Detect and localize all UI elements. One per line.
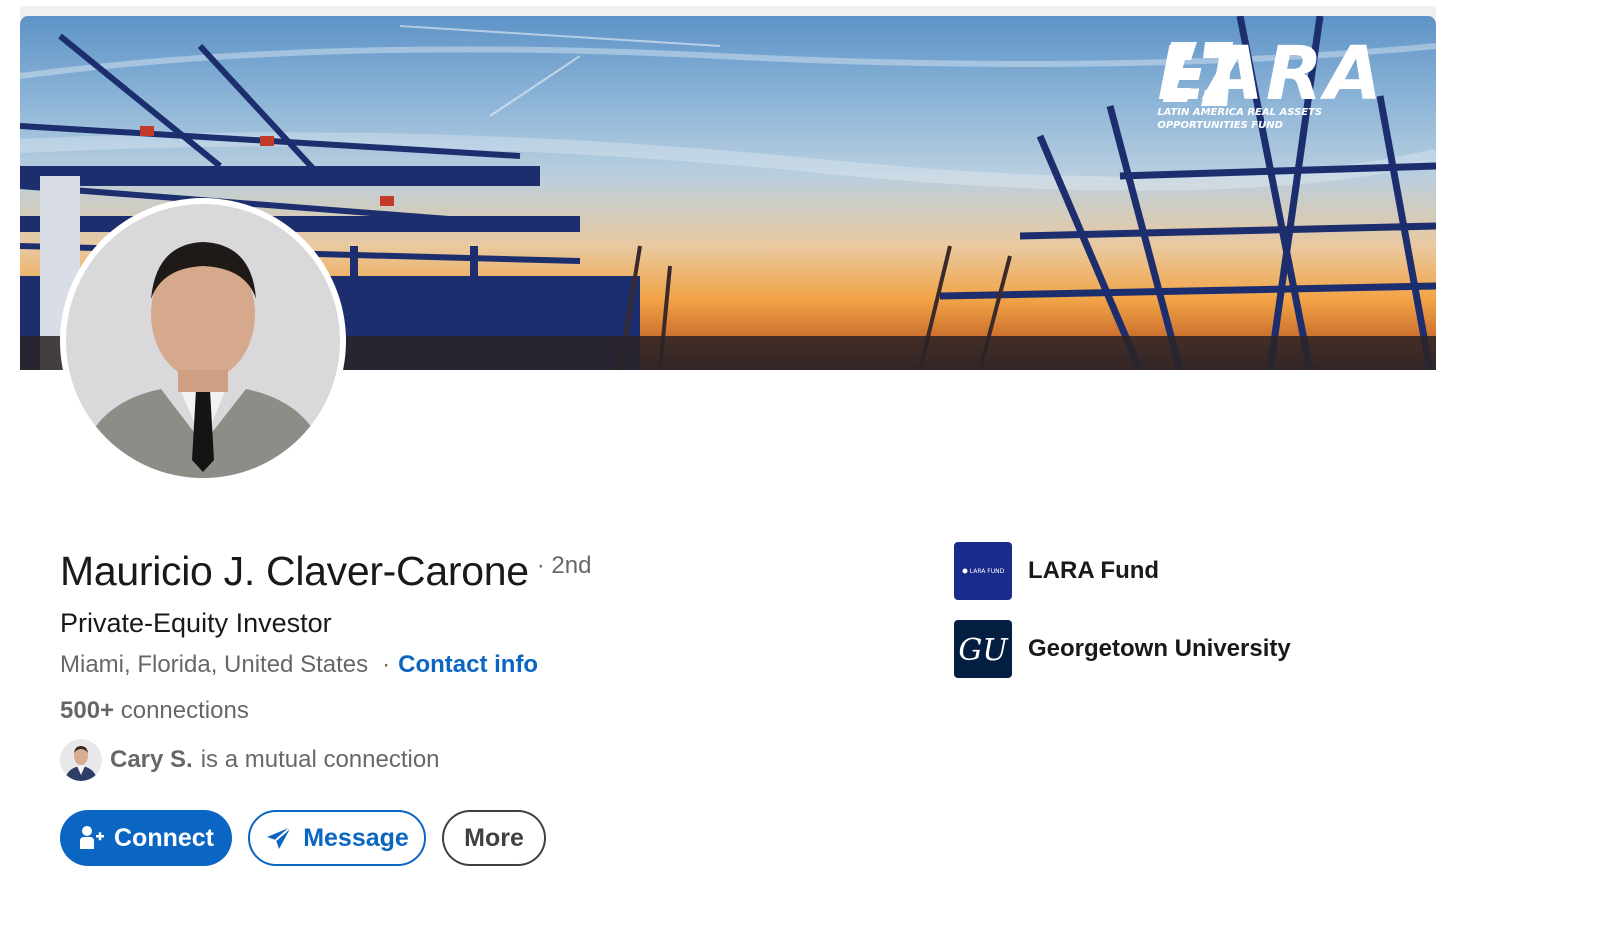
georgetown-logo: GU xyxy=(954,620,1012,678)
message-label: Message xyxy=(303,823,409,852)
add-person-icon xyxy=(80,826,104,849)
connections-number: 500+ xyxy=(60,697,115,724)
profile-actions: Connect Message More xyxy=(60,810,546,866)
profile-name: Mauricio J. Claver-Carone xyxy=(60,548,529,594)
connect-button[interactable]: Connect xyxy=(60,810,232,866)
current-company-item[interactable]: LARA FUND LARA Fund xyxy=(954,542,1291,600)
mutual-name: Cary S. xyxy=(110,746,193,773)
lara-fund-logo-text: LARA FUND xyxy=(970,568,1005,575)
lara-fund-logo: LARA FUND xyxy=(954,542,1012,600)
lara-mark-icon xyxy=(1163,42,1234,106)
connect-label: Connect xyxy=(114,823,214,852)
mutual-photo xyxy=(60,739,102,781)
georgetown-logo-icon: GU xyxy=(954,620,1012,678)
more-button[interactable]: More xyxy=(442,810,546,866)
company-name: LARA Fund xyxy=(1028,557,1160,584)
mutual-avatar xyxy=(60,739,102,781)
message-button[interactable]: Message xyxy=(248,810,426,866)
more-label: More xyxy=(464,823,524,852)
connections-label: connections xyxy=(120,697,249,724)
lara-fund-logo-icon: LARA FUND xyxy=(954,542,1012,600)
profile-headline: Private-Equity Investor xyxy=(60,608,332,638)
send-icon xyxy=(267,826,292,849)
profile-avatar[interactable] xyxy=(60,198,346,484)
contact-info-link[interactable]: Contact info xyxy=(398,651,538,679)
profile-name-row: Mauricio J. Claver-Carone · 2nd xyxy=(60,548,591,595)
profile-photo xyxy=(66,204,340,478)
connection-degree: · 2nd xyxy=(536,552,592,579)
banner-logo: LARA LATIN AMERICA REAL ASSETS OPPORTUNI… xyxy=(1157,32,1384,132)
education-item[interactable]: GU Georgetown University xyxy=(954,620,1291,678)
location-separator: · xyxy=(382,651,391,678)
experience-education-list: LARA FUND LARA Fund GU Georgetown Univer… xyxy=(954,542,1291,698)
connections-count[interactable]: 500+ connections xyxy=(60,697,249,725)
mutual-text: is a mutual connection xyxy=(200,746,440,773)
profile-location: Miami, Florida, United States xyxy=(60,651,369,678)
school-name: Georgetown University xyxy=(1028,635,1291,662)
georgetown-logo-text: GU xyxy=(958,633,1009,668)
mutual-connection[interactable]: Cary S. is a mutual connection xyxy=(60,739,440,781)
location-row: Miami, Florida, United States · Contact … xyxy=(60,651,538,679)
